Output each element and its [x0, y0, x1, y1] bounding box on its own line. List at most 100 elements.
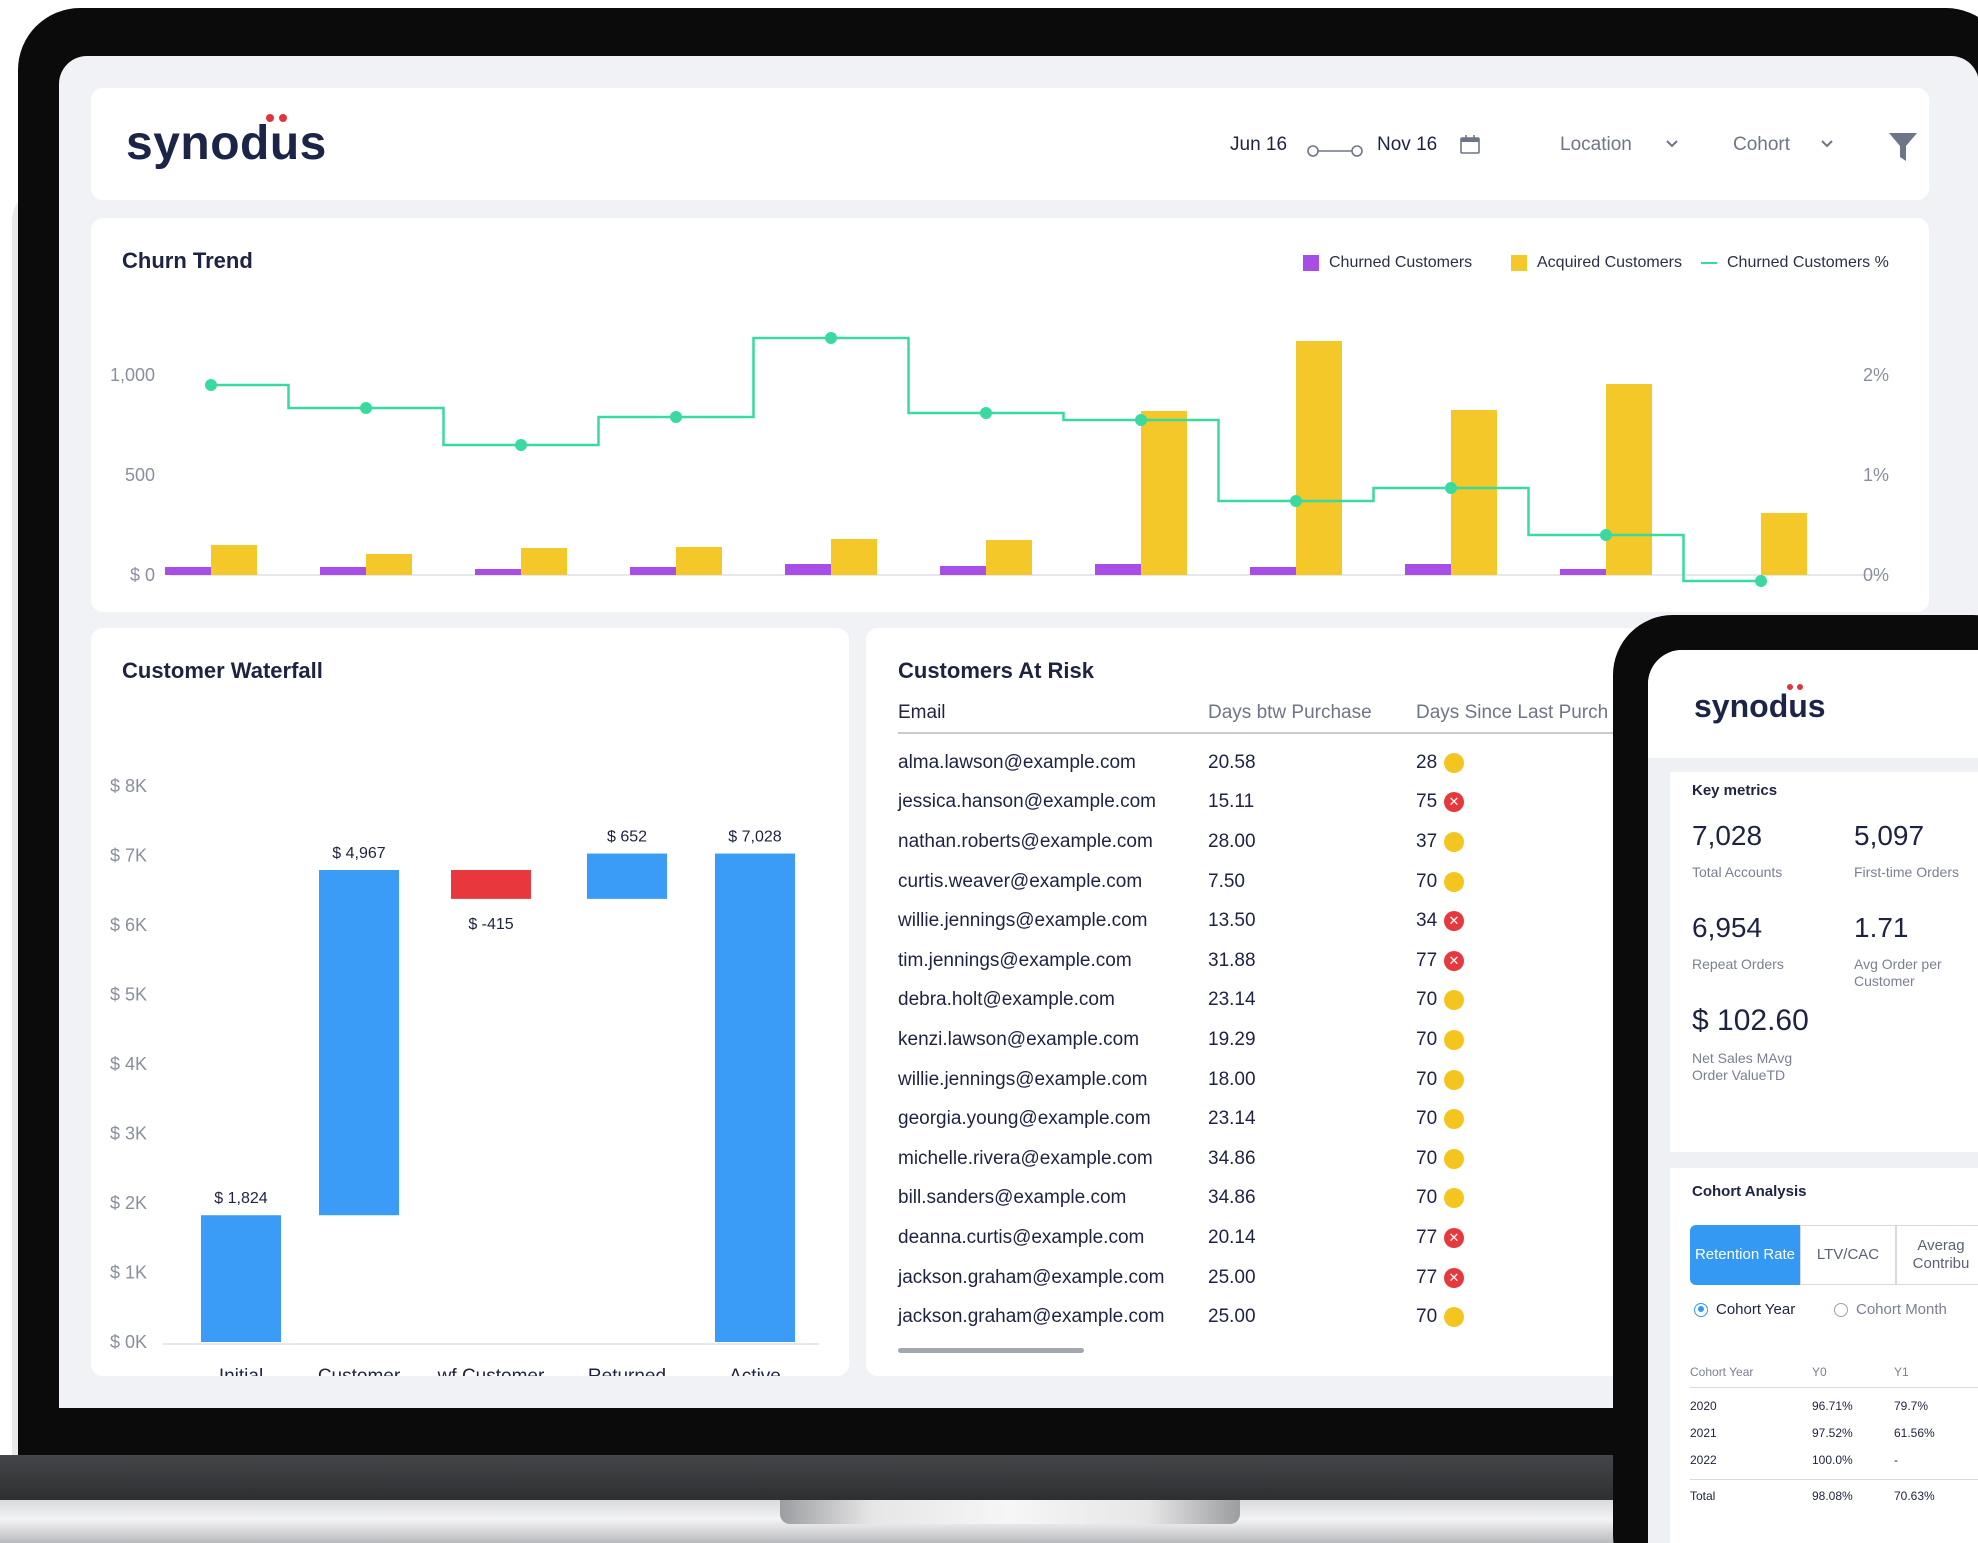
brand-logo[interactable]: synodus	[126, 114, 327, 171]
waterfall-bar	[319, 870, 399, 1216]
date-range-slider-icon[interactable]	[1306, 144, 1364, 158]
x-tick-label: Initial	[219, 1366, 263, 1376]
metric-label: Avg Order per Customer	[1854, 956, 1942, 989]
y-tick-label: $ 6K	[110, 915, 147, 935]
cell: 61.56%	[1894, 1425, 1935, 1440]
x-tick-label: Customer	[318, 1366, 401, 1376]
table-row[interactable]: willie.jennings@example.com 13.50 34 ✕	[898, 901, 1658, 941]
date-end[interactable]: Nov 16	[1377, 134, 1437, 156]
churned-bar	[165, 567, 211, 575]
email-cell[interactable]: debra.holt@example.com	[898, 989, 1208, 1011]
cell: 79.7%	[1894, 1398, 1929, 1413]
waterfall-bar	[201, 1215, 281, 1342]
tab-ltv-cac[interactable]: LTV/CAC	[1800, 1225, 1896, 1285]
waterfall-bar	[715, 853, 795, 1342]
metric-value: 6,954	[1692, 912, 1763, 943]
table-row[interactable]: nathan.roberts@example.com 28.00 37	[898, 822, 1658, 862]
col-days-since[interactable]: Days Since Last Purch	[1416, 702, 1608, 732]
cell: Total	[1690, 1488, 1716, 1503]
tab-retention-rate[interactable]: Retention Rate	[1690, 1225, 1800, 1285]
radio-cohort-month[interactable]: Cohort Month	[1834, 1301, 1947, 1318]
mobile-brand-logo[interactable]: synodus	[1694, 684, 1826, 725]
table-row[interactable]: jackson.graham@example.com 25.00 77 ✕	[898, 1258, 1658, 1298]
table-row[interactable]: jessica.hanson@example.com 15.11 75 ✕	[898, 783, 1658, 823]
col-email[interactable]: Email	[898, 702, 1208, 732]
days-since-value: 28	[1416, 751, 1438, 773]
table-row: 2020 96.71% 79.7%	[1690, 1392, 1978, 1419]
filter-icon[interactable]	[1888, 131, 1918, 163]
risk-x-icon: ✕	[1444, 1227, 1464, 1248]
table-row[interactable]: curtis.weaver@example.com 7.50 70	[898, 862, 1658, 902]
risk-x-icon: ✕	[1444, 792, 1464, 813]
warning-icon	[1444, 831, 1464, 852]
table-row[interactable]: deanna.curtis@example.com 20.14 77 ✕	[898, 1218, 1658, 1258]
waterfall-bar	[451, 870, 531, 899]
table-row[interactable]: debra.holt@example.com 23.14 70	[898, 981, 1658, 1021]
warning-icon	[1444, 871, 1464, 892]
tab-average-contribution[interactable]: Averag Contribu	[1896, 1225, 1978, 1285]
days-since-value: 70	[1416, 1068, 1438, 1090]
table-row[interactable]: georgia.young@example.com 23.14 70	[898, 1099, 1658, 1139]
table-row[interactable]: michelle.rivera@example.com 34.86 70	[898, 1139, 1658, 1179]
table-total-row: Total 98.08% 70.63%	[1690, 1479, 1978, 1511]
chevron-down-icon[interactable]	[1818, 135, 1836, 153]
table-row[interactable]: kenzi.lawson@example.com 19.29 70	[898, 1020, 1658, 1060]
days-since-cell: 70	[1416, 1029, 1464, 1051]
cohort-dropdown[interactable]: Cohort	[1733, 134, 1790, 156]
metric-value: 7,028	[1692, 820, 1763, 851]
table-row[interactable]: bill.sanders@example.com 34.86 70	[898, 1179, 1658, 1219]
email-cell[interactable]: nathan.roberts@example.com	[898, 831, 1208, 853]
days-since-cell: 34 ✕	[1416, 910, 1464, 932]
days-between-cell: 28.00	[1208, 830, 1256, 852]
email-cell[interactable]: bill.sanders@example.com	[898, 1187, 1208, 1209]
acquired-bar	[676, 547, 722, 575]
radio-cohort-year[interactable]: Cohort Year	[1694, 1301, 1795, 1318]
acquired-bar	[831, 539, 877, 575]
email-cell[interactable]: deanna.curtis@example.com	[898, 1227, 1208, 1249]
radio-dot	[1694, 1302, 1708, 1317]
top-header: synodus Jun 16 Nov 16 Location Cohort	[91, 88, 1929, 200]
risk-x-icon: ✕	[1444, 1267, 1464, 1288]
risk-x-icon: ✕	[1444, 950, 1464, 971]
table-row[interactable]: tim.jennings@example.com 31.88 77 ✕	[898, 941, 1658, 981]
date-start[interactable]: Jun 16	[1230, 134, 1287, 156]
email-cell[interactable]: jessica.hanson@example.com	[898, 791, 1208, 813]
email-cell[interactable]: jackson.graham@example.com	[898, 1306, 1208, 1328]
table-row[interactable]: alma.lawson@example.com 20.58 28	[898, 743, 1658, 783]
email-cell[interactable]: michelle.rivera@example.com	[898, 1148, 1208, 1170]
cohort-tabs: Retention Rate LTV/CAC Averag Contribu	[1690, 1225, 1978, 1285]
churned-pct-point	[670, 411, 682, 423]
email-cell[interactable]: jackson.graham@example.com	[898, 1267, 1208, 1289]
email-cell[interactable]: willie.jennings@example.com	[898, 910, 1208, 932]
y-tick-label: 500	[125, 465, 155, 485]
table-row[interactable]: jackson.graham@example.com 25.00 70	[898, 1297, 1658, 1337]
y-tick-label: $ 1K	[110, 1263, 147, 1283]
email-cell[interactable]: kenzi.lawson@example.com	[898, 1029, 1208, 1051]
days-since-cell: 28	[1416, 752, 1464, 774]
chevron-down-icon[interactable]	[1663, 135, 1681, 153]
laptop-hinge	[780, 1500, 1240, 1524]
cell: 100.0%	[1812, 1452, 1853, 1467]
data-label: $ -415	[468, 916, 513, 933]
days-between-cell: 34.86	[1208, 1187, 1256, 1209]
key-metrics-title: Key metrics	[1692, 782, 1778, 799]
churned-bar	[1250, 567, 1296, 575]
churned-bar	[785, 564, 831, 575]
col-days-between[interactable]: Days btw Purchase	[1208, 702, 1416, 732]
table-row[interactable]: willie.jennings@example.com 18.00 70	[898, 1060, 1658, 1100]
data-label: $ 4,967	[332, 845, 385, 862]
days-between-cell: 23.14	[1208, 1108, 1256, 1130]
y-tick-label: $ 3K	[110, 1124, 147, 1144]
days-since-cell: 75 ✕	[1416, 791, 1464, 813]
days-between-cell: 18.00	[1208, 1068, 1256, 1090]
email-cell[interactable]: willie.jennings@example.com	[898, 1069, 1208, 1091]
horizontal-scrollbar[interactable]	[898, 1348, 1084, 1353]
email-cell[interactable]: alma.lawson@example.com	[898, 752, 1208, 774]
warning-icon	[1444, 1109, 1464, 1130]
email-cell[interactable]: tim.jennings@example.com	[898, 950, 1208, 972]
calendar-icon[interactable]	[1459, 134, 1481, 156]
location-dropdown[interactable]: Location	[1560, 134, 1632, 156]
acquired-bar	[1606, 384, 1652, 575]
email-cell[interactable]: curtis.weaver@example.com	[898, 871, 1208, 893]
email-cell[interactable]: georgia.young@example.com	[898, 1108, 1208, 1130]
